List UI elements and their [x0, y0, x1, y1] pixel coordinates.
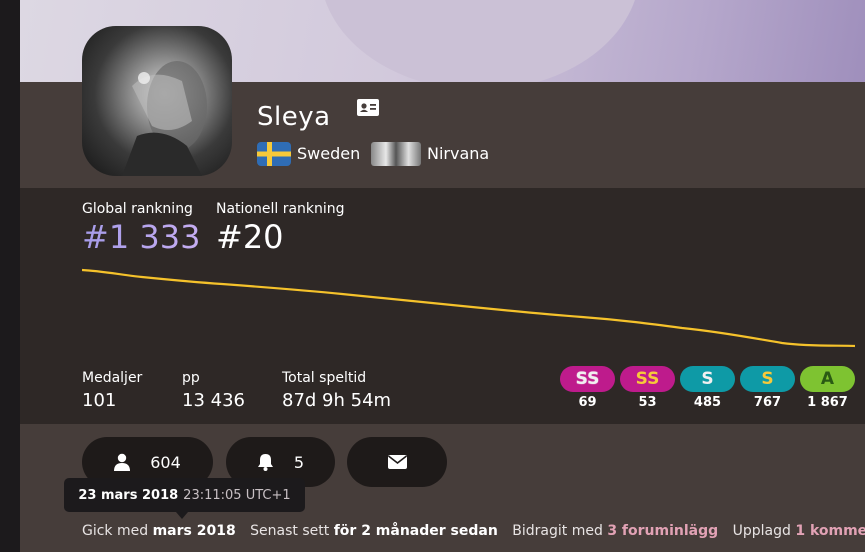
grade-ssh: SS 69 — [560, 366, 615, 410]
bell-icon — [257, 454, 273, 471]
posted-prefix: Upplagd — [732, 523, 791, 539]
profile-info-line: Gick med mars 2018 Senast sett för 2 mån… — [82, 523, 865, 539]
avatar[interactable] — [82, 26, 232, 176]
joined-prefix: Gick med — [82, 523, 149, 539]
pp-value: 13 436 — [182, 390, 245, 411]
global-rank-label: Global rankning — [82, 201, 193, 217]
grade-a-count: 1 867 — [807, 395, 848, 410]
contributed-prefix: Bidragit med — [512, 523, 603, 539]
grade-ss: SS 53 — [620, 366, 675, 410]
tooltip-arrow — [176, 512, 188, 519]
tooltip-time: 23:11:05 UTC+1 — [183, 487, 291, 503]
national-rank-value: #20 — [216, 218, 284, 256]
team-flag-icon[interactable] — [371, 142, 421, 166]
rank-history-graph[interactable] — [82, 262, 855, 352]
left-gutter — [0, 0, 20, 552]
grade-ss-badge: SS — [620, 366, 675, 392]
join-date-tooltip: 23 mars 2018 23:11:05 UTC+1 — [64, 478, 305, 512]
pp-label: pp — [182, 370, 200, 386]
rank-history-line — [82, 268, 855, 348]
medals-value: 101 — [82, 390, 117, 411]
last-seen-value[interactable]: för 2 månader sedan — [334, 523, 498, 539]
user-icon — [114, 453, 131, 471]
username: Sleya — [257, 102, 331, 132]
grade-s-count: 767 — [753, 395, 782, 410]
followers-count: 604 — [150, 452, 181, 472]
team-name[interactable]: Nirvana — [427, 144, 489, 163]
last-seen-prefix: Senast sett — [250, 523, 330, 539]
tooltip-date: 23 mars 2018 — [78, 487, 179, 503]
send-message-button[interactable] — [347, 437, 447, 487]
grade-a-badge: A — [800, 366, 855, 392]
notifications-count: 5 — [293, 452, 305, 472]
grade-ss-count: 53 — [638, 395, 657, 410]
grade-sh: S 485 — [680, 366, 735, 410]
sweden-flag-icon[interactable] — [257, 142, 291, 166]
grade-s: S 767 — [740, 366, 795, 410]
country-name[interactable]: Sweden — [297, 144, 360, 163]
grade-sh-count: 485 — [693, 395, 722, 410]
grade-a: A 1 867 — [800, 366, 855, 410]
grade-ssh-badge: SS — [560, 366, 615, 392]
playtime-value: 87d 9h 54m — [282, 390, 392, 411]
national-rank-label: Nationell rankning — [216, 201, 345, 217]
medals-label: Medaljer — [82, 370, 143, 386]
comments-link[interactable]: 1 kommentar — [795, 523, 865, 539]
forum-posts-link[interactable]: 3 foruminlägg — [607, 523, 718, 539]
grade-ssh-count: 69 — [578, 395, 597, 410]
id-card-icon[interactable] — [357, 99, 379, 116]
grade-sh-badge: S — [680, 366, 735, 392]
envelope-icon — [387, 455, 407, 469]
global-rank-value: #1 333 — [82, 218, 201, 256]
joined-date[interactable]: mars 2018 — [153, 523, 236, 539]
grade-s-badge: S — [740, 366, 795, 392]
playtime-label: Total speltid — [282, 370, 367, 386]
